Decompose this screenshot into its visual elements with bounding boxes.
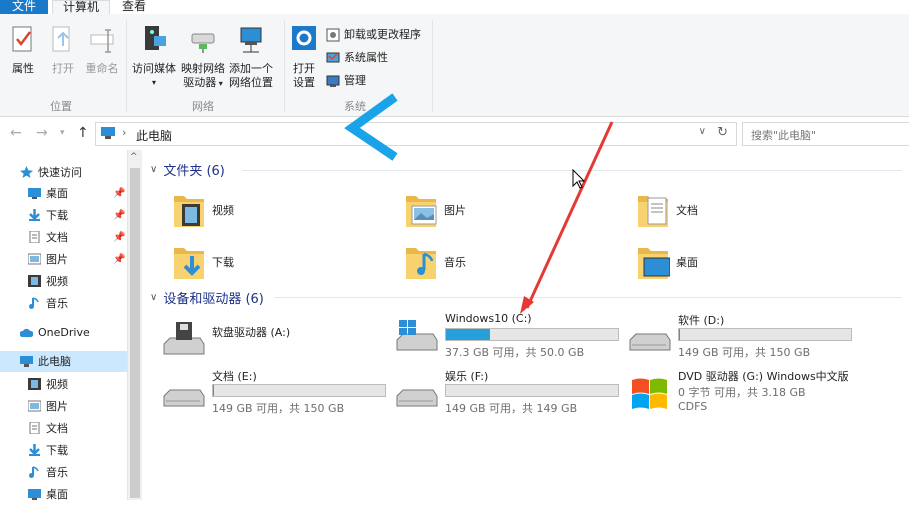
- left-chevron-annotation-icon: [344, 93, 398, 161]
- red-arrow-annotation-icon: [525, 121, 614, 309]
- annotation-overlay: [344, 93, 614, 314]
